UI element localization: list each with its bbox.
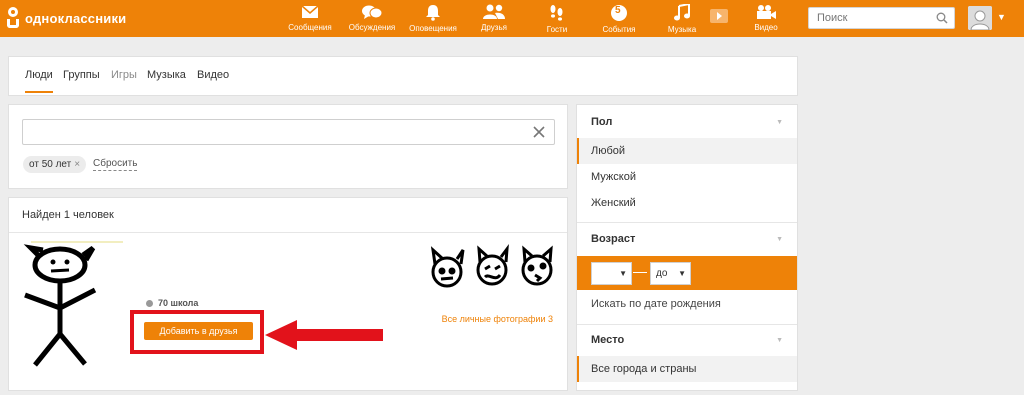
avatar-dropdown-icon[interactable]: ▼: [997, 12, 1006, 22]
nav-notifications[interactable]: Оповещения: [403, 2, 463, 33]
nav-guests[interactable]: Гости: [527, 2, 587, 34]
nav-events-label: События: [602, 25, 636, 34]
tab-people[interactable]: Люди: [25, 69, 53, 93]
gender-option-any[interactable]: Любой: [577, 138, 797, 164]
nav-messages-label: Сообщения: [288, 23, 332, 32]
ok-logo-icon: [6, 7, 20, 29]
logo[interactable]: одноклассники: [6, 7, 126, 29]
gender-title: Пол: [591, 116, 613, 128]
search-filter-card: от 50 лет × Сбросить: [8, 104, 568, 189]
nav-music-label: Музыка: [667, 25, 697, 34]
gender-option-female[interactable]: Женский: [577, 190, 797, 216]
age-to-select[interactable]: до ▼: [650, 262, 691, 285]
results-count: Найден 1 человек: [22, 209, 114, 221]
nav-discussions[interactable]: Обсуждения: [342, 2, 402, 32]
divider: [9, 232, 567, 233]
birthday-search-link[interactable]: Искать по дате рождения: [591, 298, 721, 310]
tab-music[interactable]: Музыка: [147, 69, 186, 81]
red-arrow-annotation: [265, 320, 383, 350]
nav-music[interactable]: Музыка: [652, 2, 712, 34]
footprints-icon: [550, 5, 563, 21]
place-option-all[interactable]: Все города и страны: [577, 356, 797, 382]
age-from-select[interactable]: ▼: [591, 262, 632, 285]
age-to-value: до: [656, 268, 668, 279]
age-collapse-icon[interactable]: ▼: [776, 236, 783, 243]
school-info: 70 школа: [146, 298, 198, 308]
divider: [577, 222, 797, 223]
query-input[interactable]: [23, 120, 523, 144]
gender-collapse-icon[interactable]: ▼: [776, 119, 783, 126]
envelope-icon: [301, 5, 319, 18]
video-camera-icon: [757, 5, 776, 19]
top-bar: одноклассники Сообщения Обсуждения Опове…: [0, 0, 1024, 37]
school-icon: [146, 299, 153, 307]
clear-icon[interactable]: [532, 125, 546, 139]
person-avatar-drawing[interactable]: [23, 240, 123, 368]
divider: [577, 324, 797, 325]
age-range-dash: [633, 272, 647, 273]
filter-sidebar: Пол ▼ Любой Мужской Женский Возраст ▼ ▼ …: [576, 104, 798, 391]
age-filter-chip[interactable]: от 50 лет ×: [23, 156, 87, 173]
results-card: Найден 1 человек 70 школа Добавить в дру…: [8, 197, 568, 391]
gender-option-male[interactable]: Мужской: [577, 164, 797, 190]
reset-filters-link[interactable]: Сбросить: [93, 158, 138, 171]
chat-bubbles-icon: [362, 5, 383, 19]
search-type-tabs: Люди Группы Игры Музыка Видео: [8, 56, 798, 96]
chevron-down-icon: ▼: [678, 269, 686, 278]
photo-thumbnails[interactable]: [427, 240, 557, 300]
place-title: Место: [591, 334, 625, 346]
all-photos-link[interactable]: Все личные фотографии 3: [442, 314, 553, 324]
tab-games[interactable]: Игры: [111, 69, 137, 81]
nav-notifications-label: Оповещения: [409, 24, 457, 33]
nav-guests-label: Гости: [546, 25, 568, 34]
age-range-bar: ▼ до ▼: [577, 256, 797, 290]
query-field[interactable]: [22, 119, 555, 145]
user-avatar-icon: [968, 6, 992, 30]
nav-messages[interactable]: Сообщения: [280, 2, 340, 32]
search-input[interactable]: [809, 8, 929, 28]
nav-video[interactable]: Видео: [736, 2, 796, 32]
place-collapse-icon[interactable]: ▼: [776, 337, 783, 344]
age-title: Возраст: [591, 233, 636, 245]
nav-friends-label: Друзья: [481, 23, 507, 32]
bell-icon: [426, 5, 440, 21]
chip-label: от 50 лет: [29, 159, 72, 170]
friends-icon: [483, 4, 505, 19]
avatar[interactable]: [968, 6, 992, 30]
events-badge: 5: [615, 5, 621, 16]
nav-events[interactable]: 5 События: [589, 2, 649, 34]
add-friend-button[interactable]: Добавить в друзья: [144, 322, 253, 340]
search-icon[interactable]: [936, 12, 948, 24]
music-note-icon: [674, 4, 690, 21]
school-name: 70 школа: [158, 298, 199, 308]
tab-groups[interactable]: Группы: [63, 69, 100, 81]
tab-video[interactable]: Видео: [197, 69, 229, 81]
nav-discussions-label: Обсуждения: [348, 23, 396, 32]
chevron-down-icon: ▼: [619, 269, 627, 278]
logo-text: одноклассники: [25, 10, 127, 26]
nav-video-label: Видео: [754, 23, 778, 32]
chip-remove-icon[interactable]: ×: [74, 159, 80, 170]
search-box[interactable]: [808, 7, 955, 29]
play-icon[interactable]: [710, 9, 728, 23]
nav-friends[interactable]: Друзья: [464, 2, 524, 32]
